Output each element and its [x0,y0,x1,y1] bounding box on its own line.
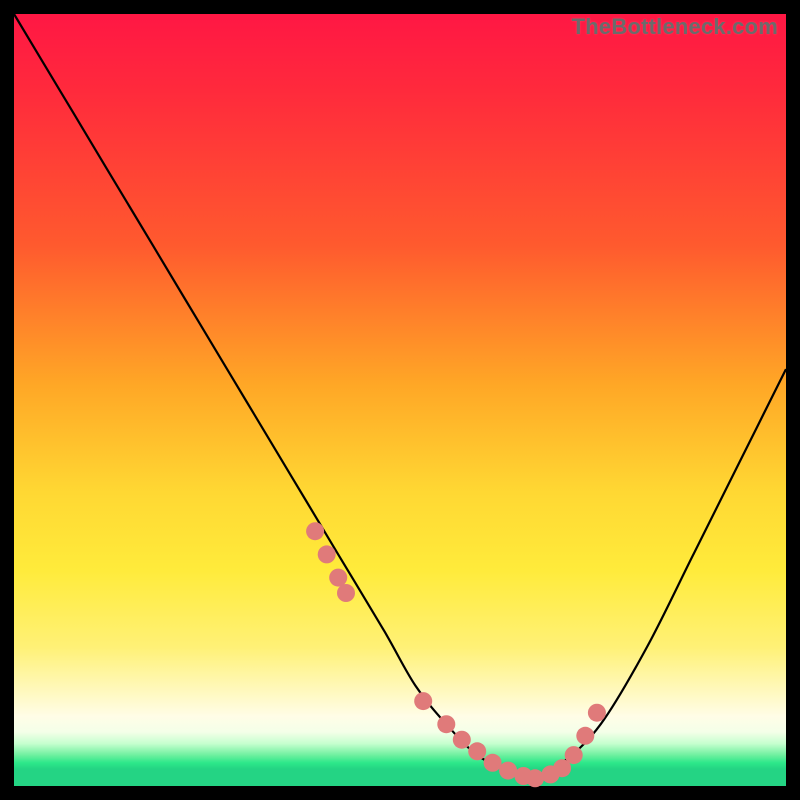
bottleneck-curve [14,14,786,779]
chart-frame: TheBottleneck.com [14,14,786,786]
marker-dot [576,727,594,745]
marker-dot [484,754,502,772]
chart-svg [14,14,786,786]
marker-dot [318,545,336,563]
marker-dot [565,746,583,764]
marker-dot [499,762,517,780]
marker-dot [468,742,486,760]
marker-dot [306,522,324,540]
marker-dot [414,692,432,710]
marker-dot [337,584,355,602]
marker-dot [526,769,544,787]
marker-dot [437,715,455,733]
marker-dot [329,569,347,587]
marker-dot [588,704,606,722]
marker-dot [453,731,471,749]
highlight-markers [306,522,606,787]
